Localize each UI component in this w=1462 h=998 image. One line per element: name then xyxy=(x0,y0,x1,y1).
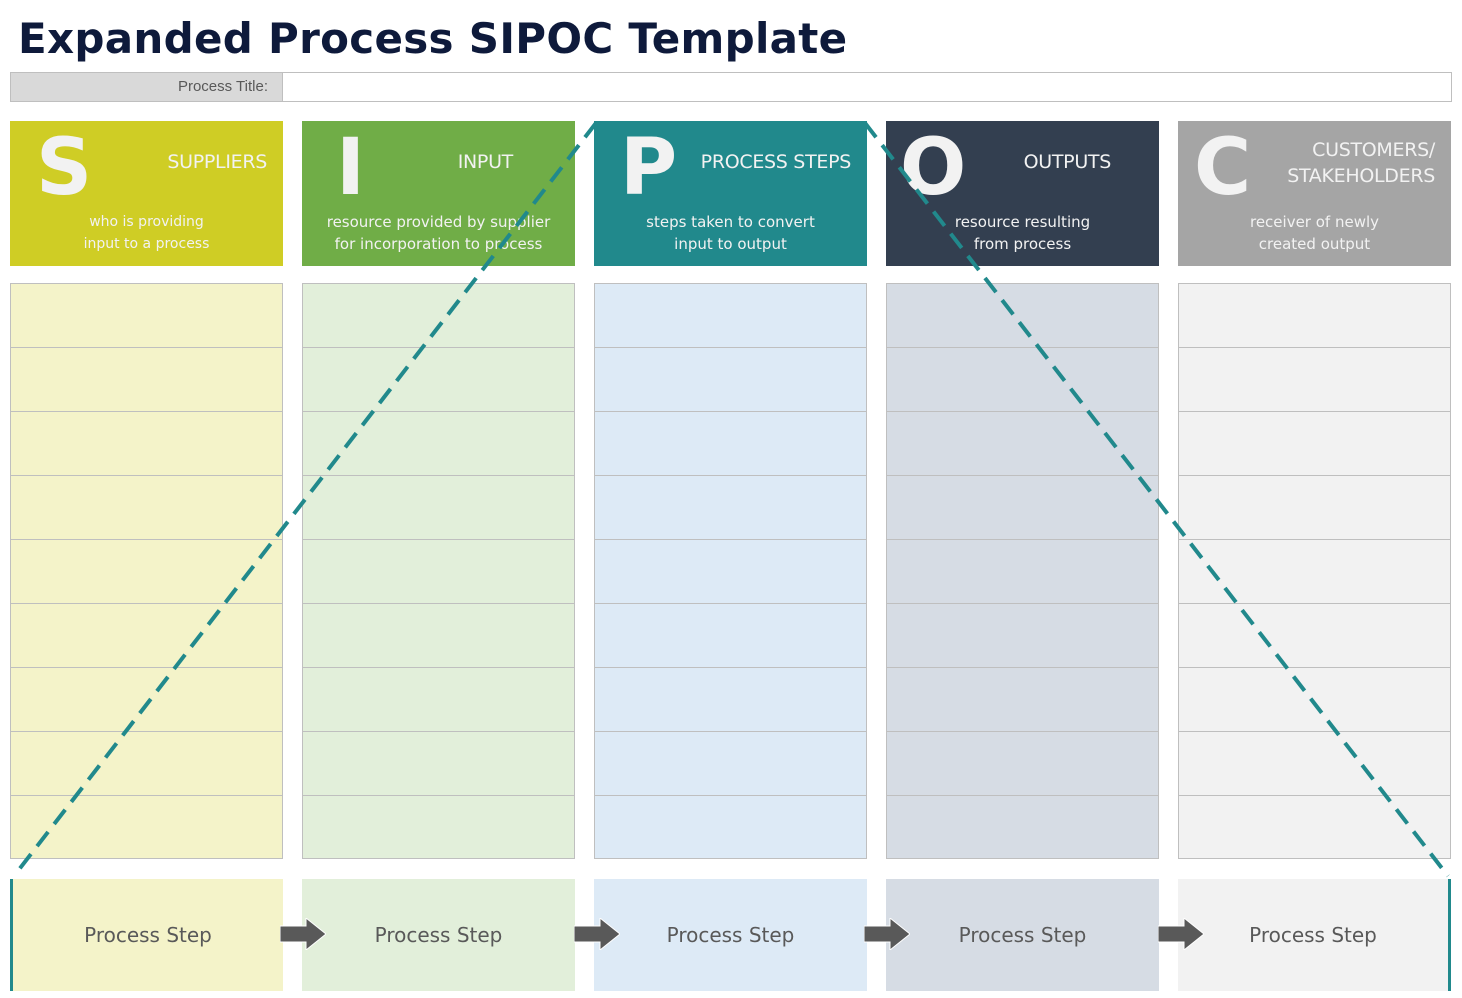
process-step-box[interactable]: Process Step xyxy=(1178,879,1451,991)
arrow-right-icon xyxy=(574,918,620,950)
input-title: INPUT xyxy=(457,151,514,173)
entry-row[interactable] xyxy=(303,796,574,860)
outputs-title: OUTPUTS xyxy=(1023,151,1112,173)
entry-row[interactable] xyxy=(1179,732,1450,796)
entry-row[interactable] xyxy=(887,540,1158,604)
entry-row[interactable] xyxy=(11,668,282,732)
entry-row[interactable] xyxy=(595,668,866,732)
entry-row[interactable] xyxy=(11,604,282,668)
customers-letter: C xyxy=(1194,123,1252,213)
entry-row[interactable] xyxy=(595,732,866,796)
outputs-header: O OUTPUTS resource resulting from proces… xyxy=(886,121,1159,266)
process-step-box[interactable]: Process Step xyxy=(10,879,283,991)
input-desc-line2: for incorporation to process xyxy=(334,235,543,253)
entry-row[interactable] xyxy=(1179,540,1450,604)
entry-row[interactable] xyxy=(595,284,866,348)
page-title: Expanded Process SIPOC Template xyxy=(18,14,848,63)
process-steps-header: P PROCESS STEPS steps taken to convert i… xyxy=(594,121,867,266)
entry-row[interactable] xyxy=(887,284,1158,348)
customers-header: C CUSTOMERS/ STAKEHOLDERS receiver of ne… xyxy=(1178,121,1451,266)
entry-row[interactable] xyxy=(1179,668,1450,732)
process-steps-desc-line1: steps taken to convert xyxy=(646,213,815,231)
entry-row[interactable] xyxy=(1179,796,1450,860)
arrow-right-icon xyxy=(1158,918,1204,950)
arrow-right-icon xyxy=(864,918,910,950)
entry-row[interactable] xyxy=(887,796,1158,860)
suppliers-title: SUPPLIERS xyxy=(167,151,267,173)
entry-row[interactable] xyxy=(887,668,1158,732)
customers-title: CUSTOMERS/ STAKEHOLDERS xyxy=(1245,137,1435,189)
outputs-description: resource resulting from process xyxy=(886,211,1159,255)
process-steps-column-body xyxy=(594,283,867,859)
outputs-desc-line1: resource resulting xyxy=(954,213,1091,231)
input-header: I INPUT resource provided by supplier fo… xyxy=(302,121,575,266)
entry-row[interactable] xyxy=(887,412,1158,476)
suppliers-header: S SUPPLIERS who is providing input to a … xyxy=(10,121,283,266)
entry-row[interactable] xyxy=(11,412,282,476)
customers-column-body xyxy=(1178,283,1451,859)
entry-row[interactable] xyxy=(887,348,1158,412)
input-desc-line1: resource provided by supplier xyxy=(326,213,551,231)
process-steps-title: PROCESS STEPS xyxy=(700,151,852,173)
process-step-box[interactable]: Process Step xyxy=(302,879,575,991)
customers-desc-line1: receiver of newly xyxy=(1249,213,1380,231)
entry-row[interactable] xyxy=(1179,604,1450,668)
process-steps-desc-line2: input to output xyxy=(674,235,787,253)
entry-row[interactable] xyxy=(11,540,282,604)
customers-description: receiver of newly created output xyxy=(1178,211,1451,255)
entry-row[interactable] xyxy=(1179,348,1450,412)
customers-title-line2: STAKEHOLDERS xyxy=(1287,165,1435,187)
process-title-row: Process Title: xyxy=(10,72,1452,102)
entry-row[interactable] xyxy=(303,668,574,732)
suppliers-desc-line2: input to a process xyxy=(83,236,210,252)
entry-row[interactable] xyxy=(595,412,866,476)
entry-row[interactable] xyxy=(303,540,574,604)
entry-row[interactable] xyxy=(1179,476,1450,540)
input-column-body xyxy=(302,283,575,859)
suppliers-desc-line1: who is providing xyxy=(89,214,204,230)
outputs-column-body xyxy=(886,283,1159,859)
process-title-input[interactable] xyxy=(283,73,1451,101)
entry-row[interactable] xyxy=(303,348,574,412)
entry-row[interactable] xyxy=(303,476,574,540)
outputs-desc-line2: from process xyxy=(973,235,1072,253)
entry-row[interactable] xyxy=(595,796,866,860)
entry-row[interactable] xyxy=(1179,284,1450,348)
entry-row[interactable] xyxy=(11,284,282,348)
customers-desc-line2: created output xyxy=(1258,235,1371,253)
entry-row[interactable] xyxy=(303,732,574,796)
process-title-label: Process Title: xyxy=(11,73,283,101)
entry-row[interactable] xyxy=(303,284,574,348)
entry-row[interactable] xyxy=(11,732,282,796)
entry-row[interactable] xyxy=(303,604,574,668)
entry-row[interactable] xyxy=(595,604,866,668)
entry-row[interactable] xyxy=(595,476,866,540)
entry-row[interactable] xyxy=(11,348,282,412)
entry-row[interactable] xyxy=(303,412,574,476)
process-step-box[interactable]: Process Step xyxy=(886,879,1159,991)
input-description: resource provided by supplier for incorp… xyxy=(302,211,575,255)
entry-row[interactable] xyxy=(11,476,282,540)
suppliers-description: who is providing input to a process xyxy=(10,211,283,255)
entry-row[interactable] xyxy=(1179,412,1450,476)
entry-row[interactable] xyxy=(595,540,866,604)
entry-row[interactable] xyxy=(595,348,866,412)
suppliers-column-body xyxy=(10,283,283,859)
customers-title-line1: CUSTOMERS/ xyxy=(1312,139,1435,161)
process-step-box[interactable]: Process Step xyxy=(594,879,867,991)
arrow-right-icon xyxy=(280,918,326,950)
entry-row[interactable] xyxy=(887,476,1158,540)
entry-row[interactable] xyxy=(887,732,1158,796)
process-steps-description: steps taken to convert input to output xyxy=(594,211,867,255)
entry-row[interactable] xyxy=(887,604,1158,668)
entry-row[interactable] xyxy=(11,796,282,860)
